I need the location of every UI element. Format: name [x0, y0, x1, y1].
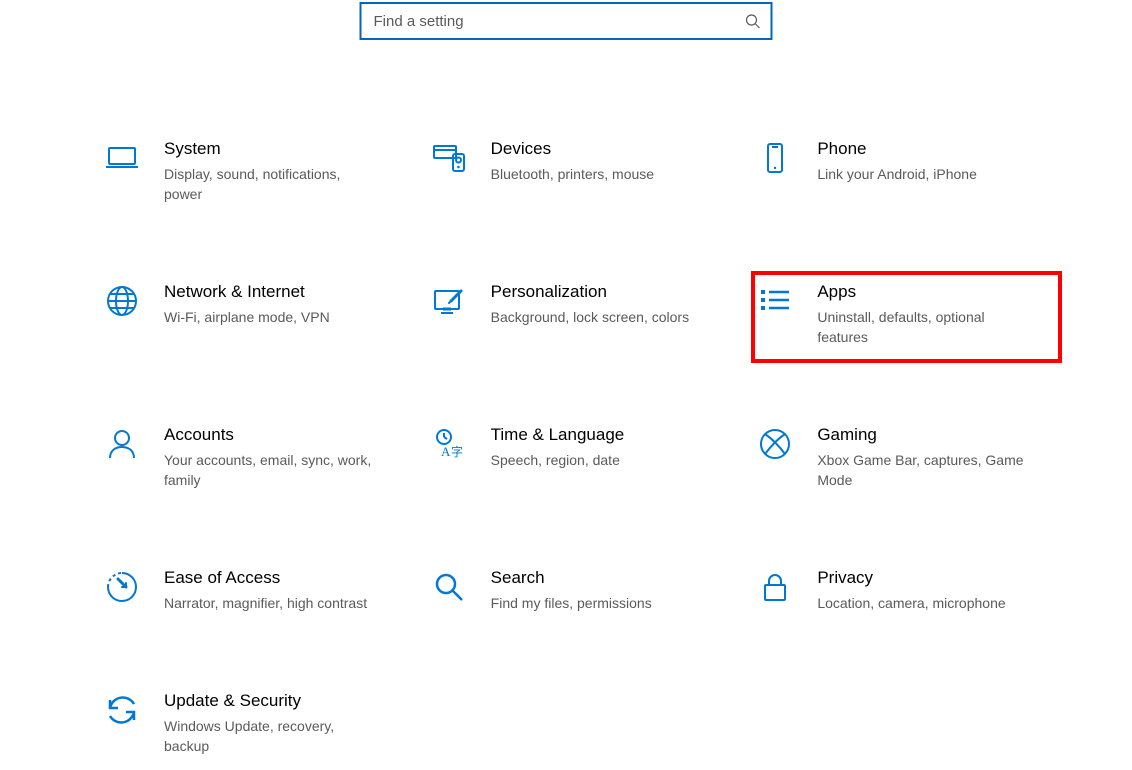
tile-title: Devices [491, 138, 654, 160]
tile-title: Apps [817, 281, 1027, 303]
tile-network[interactable]: Network & Internet Wi-Fi, airplane mode,… [100, 273, 407, 361]
ease-of-access-icon [104, 569, 140, 605]
tile-desc: Narrator, magnifier, high contrast [164, 593, 367, 613]
tile-title: Network & Internet [164, 281, 330, 303]
phone-icon [757, 140, 793, 176]
tile-title: Ease of Access [164, 567, 367, 589]
tile-apps[interactable]: Apps Uninstall, defaults, optional featu… [753, 273, 1060, 361]
xbox-icon [757, 426, 793, 462]
laptop-icon [104, 140, 140, 176]
tile-phone[interactable]: Phone Link your Android, iPhone [753, 130, 1060, 218]
devices-icon [431, 140, 467, 176]
tile-time-language[interactable]: A 字 Time & Language Speech, region, date [427, 416, 734, 504]
magnifier-icon [431, 569, 467, 605]
tile-privacy[interactable]: Privacy Location, camera, microphone [753, 559, 1060, 627]
person-icon [104, 426, 140, 462]
tile-gaming[interactable]: Gaming Xbox Game Bar, captures, Game Mod… [753, 416, 1060, 504]
tile-desc: Link your Android, iPhone [817, 164, 977, 184]
tile-title: Privacy [817, 567, 1005, 589]
tile-devices[interactable]: Devices Bluetooth, printers, mouse [427, 130, 734, 218]
tile-search[interactable]: Search Find my files, permissions [427, 559, 734, 627]
tile-desc: Bluetooth, printers, mouse [491, 164, 654, 184]
tile-system[interactable]: System Display, sound, notifications, po… [100, 130, 407, 218]
tile-ease-of-access[interactable]: Ease of Access Narrator, magnifier, high… [100, 559, 407, 627]
search-input[interactable] [372, 12, 745, 31]
tile-title: Search [491, 567, 652, 589]
time-language-icon: A 字 [431, 426, 467, 462]
personalization-icon [431, 283, 467, 319]
search-box[interactable] [360, 2, 773, 40]
settings-page: System Display, sound, notifications, po… [0, 0, 1132, 760]
tile-title: Update & Security [164, 690, 374, 712]
tile-accounts[interactable]: Accounts Your accounts, email, sync, wor… [100, 416, 407, 504]
tile-title: System [164, 138, 374, 160]
tile-title: Accounts [164, 424, 374, 446]
tile-desc: Location, camera, microphone [817, 593, 1005, 613]
search-icon [745, 13, 761, 29]
tile-desc: Your accounts, email, sync, work, family [164, 450, 374, 490]
tile-title: Gaming [817, 424, 1027, 446]
tile-desc: Find my files, permissions [491, 593, 652, 613]
tile-title: Time & Language [491, 424, 625, 446]
tile-desc: Uninstall, defaults, optional features [817, 307, 1027, 347]
lock-icon [757, 569, 793, 605]
svg-text:A: A [441, 444, 451, 459]
globe-icon [104, 283, 140, 319]
tile-desc: Wi-Fi, airplane mode, VPN [164, 307, 330, 327]
settings-grid: System Display, sound, notifications, po… [100, 130, 1060, 770]
tile-personalization[interactable]: Personalization Background, lock screen,… [427, 273, 734, 361]
update-sync-icon [104, 692, 140, 728]
tile-update-security[interactable]: Update & Security Windows Update, recove… [100, 682, 407, 770]
tile-desc: Display, sound, notifications, power [164, 164, 374, 204]
tile-desc: Background, lock screen, colors [491, 307, 689, 327]
tile-title: Phone [817, 138, 977, 160]
tile-desc: Speech, region, date [491, 450, 625, 470]
apps-list-icon [757, 283, 793, 319]
tile-desc: Xbox Game Bar, captures, Game Mode [817, 450, 1027, 490]
svg-text:字: 字 [451, 444, 463, 459]
tile-title: Personalization [491, 281, 689, 303]
tile-desc: Windows Update, recovery, backup [164, 716, 374, 756]
